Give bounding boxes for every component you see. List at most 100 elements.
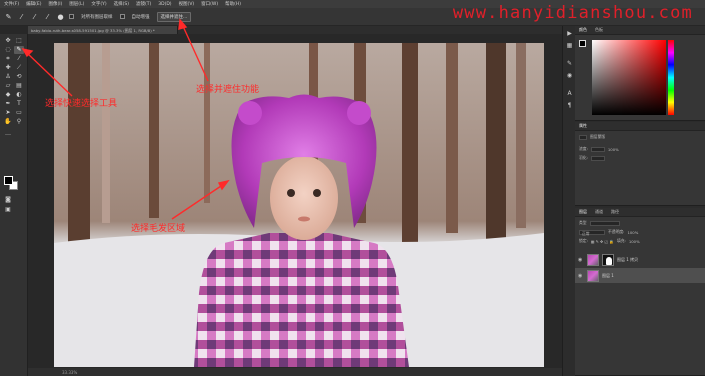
hand-tool-icon[interactable]: ✋ — [3, 118, 13, 126]
layers-panel-tabs: 图层 通道 路径 — [575, 208, 705, 217]
tab-channels[interactable]: 通道 — [595, 209, 603, 215]
annotation-select-hair: 选择毛发区域 — [131, 224, 186, 234]
move-tool-icon[interactable]: ✥ — [3, 37, 13, 45]
mask-icon — [579, 134, 587, 140]
annotation-choose-feature: 选择并遮住功能 — [196, 85, 260, 95]
brush-panel-icon[interactable]: ✎ — [565, 60, 574, 68]
healing-brush-icon[interactable]: ✚ — [3, 64, 13, 72]
annotation-choose-tool: 选择快速选择工具 — [45, 99, 118, 109]
menu-item-window[interactable]: 窗口(W) — [201, 1, 218, 7]
zoom-tool-icon[interactable]: ⚲ — [14, 118, 24, 126]
hue-slider[interactable] — [668, 40, 674, 115]
layer-row-copy[interactable]: ◉ 图层 1 拷贝 — [575, 252, 705, 267]
screen-mode-icon[interactable]: ▣ — [3, 206, 13, 214]
layer-thumbnail — [587, 269, 599, 282]
layer-name: 图层 1 — [602, 272, 614, 278]
properties-title: 属性 — [579, 123, 587, 128]
tools-panel: ✥ ⬚ ◌ ✎ ⌗ ⁄ ✚ ⟋ ♙ ⟲ ▱ ▤ ◆ ◐ ✒ T ➤ ▭ ✋ ⚲ … — [0, 34, 28, 376]
add-selection-icon[interactable]: ⁄ — [30, 12, 39, 21]
brush-tool-icon[interactable]: ✎ — [4, 12, 13, 21]
layer-thumbnail — [587, 253, 599, 266]
dodge-tool-icon[interactable]: ◐ — [14, 91, 24, 99]
visibility-eye-icon[interactable]: ◉ — [578, 257, 584, 263]
more-tools-icon[interactable]: … — [3, 130, 13, 138]
brush-tool-icon[interactable]: ⟋ — [14, 64, 24, 72]
density-field[interactable] — [590, 146, 605, 152]
menu-item-image[interactable]: 图像(I) — [48, 1, 62, 7]
sample-all-layers-checkbox[interactable] — [69, 14, 74, 19]
brush-size-icon[interactable]: ● — [56, 12, 65, 21]
clone-stamp-icon[interactable]: ♙ — [3, 73, 13, 81]
document-tab[interactable]: baby-fabio-ruth-bear-s058-591501.jpg @ 3… — [28, 26, 178, 34]
menu-item-edit[interactable]: 编辑(E) — [26, 1, 41, 7]
canvas-area[interactable] — [28, 34, 562, 368]
right-panels: 颜色 色板 属性 图层蒙版 浓度: 100% 羽化: 图层 通道 路径 类型 正… — [575, 26, 705, 376]
color-panel-swatch[interactable] — [579, 40, 586, 47]
crop-tool-icon[interactable]: ⌗ — [3, 55, 13, 63]
density-value: 100% — [607, 146, 619, 152]
visibility-eye-icon[interactable]: ◉ — [578, 273, 584, 279]
properties-row-feather: 羽化: — [579, 155, 605, 161]
swatches-panel-icon[interactable]: ◉ — [565, 72, 574, 80]
properties-row-density: 浓度: 100% — [579, 146, 619, 152]
auto-enhance-label: 自动增强 — [131, 14, 150, 20]
mask-label: 图层蒙版 — [590, 134, 606, 139]
blend-mode-select[interactable]: 正常 — [579, 229, 605, 236]
menu-item-file[interactable]: 文件(F) — [4, 1, 19, 7]
layers-panel: 图层 通道 路径 类型 正常 不透明度: 100% 锁定: ▦ ✎ ✥ ◰ 🔒 … — [575, 208, 705, 376]
blur-tool-icon[interactable]: ◆ — [3, 91, 13, 99]
fill-value[interactable]: 100% — [629, 239, 640, 244]
eraser-tool-icon[interactable]: ▱ — [3, 82, 13, 90]
eyedropper-tool-icon[interactable]: ⁄ — [14, 55, 24, 63]
foreground-color-swatch[interactable] — [4, 176, 13, 185]
lasso-tool-icon[interactable]: ◌ — [3, 46, 13, 54]
menu-item-view[interactable]: 视图(V) — [179, 1, 195, 7]
subtract-selection-icon[interactable]: ⁄ — [43, 12, 52, 21]
type-tool-icon[interactable]: T — [14, 100, 24, 108]
layer-filter-row: 类型 — [579, 220, 620, 226]
character-panel-icon[interactable]: A — [565, 90, 574, 98]
select-and-mask-button[interactable]: 选择并遮住... — [156, 11, 192, 22]
auto-enhance-checkbox[interactable] — [119, 14, 125, 19]
blend-row: 正常 不透明度: 100% — [579, 229, 638, 236]
history-panel-icon[interactable]: ▶ — [565, 30, 574, 38]
properties-panel-header: 属性 — [575, 122, 705, 131]
color-picker-field[interactable] — [592, 40, 666, 115]
paragraph-panel-icon[interactable]: ¶ — [565, 102, 574, 110]
history-brush-icon[interactable]: ⟲ — [14, 73, 24, 81]
zoom-level[interactable]: 33.33% — [62, 370, 77, 375]
menu-item-type[interactable]: 文字(Y) — [91, 1, 106, 7]
pen-tool-icon[interactable]: ✒ — [3, 100, 13, 108]
lock-icons[interactable]: ▦ ✎ ✥ ◰ 🔒 — [591, 239, 614, 244]
opacity-value[interactable]: 100% — [627, 230, 638, 235]
menu-item-layer[interactable]: 图层(L) — [69, 1, 84, 7]
new-selection-icon[interactable]: ⁄ — [17, 12, 26, 21]
layer-mask-thumbnail[interactable] — [602, 253, 614, 266]
properties-row-mask: 图层蒙版 — [579, 134, 605, 140]
layer-row-base[interactable]: ◉ 图层 1 — [575, 268, 705, 283]
watermark: www.hanyidianshou.com — [452, 3, 693, 23]
tab-color[interactable]: 颜色 — [579, 27, 587, 33]
layer-name: 图层 1 拷贝 — [617, 256, 639, 262]
document-image[interactable] — [54, 43, 544, 367]
layer-filter-field[interactable] — [589, 220, 620, 226]
tab-swatches[interactable]: 色板 — [595, 27, 603, 33]
kind-label[interactable]: 类型 — [579, 220, 587, 226]
feather-field[interactable] — [590, 155, 605, 161]
shape-tool-icon[interactable]: ▭ — [14, 109, 24, 117]
menu-item-select[interactable]: 选择(S) — [114, 1, 129, 7]
menu-item-3d[interactable]: 3D(D) — [158, 2, 171, 7]
path-selection-icon[interactable]: ➤ — [3, 109, 13, 117]
quick-mask-icon[interactable]: ◙ — [3, 196, 13, 204]
menu-item-help[interactable]: 帮助(H) — [225, 1, 241, 7]
menu-item-filter[interactable]: 滤镜(T) — [136, 1, 151, 7]
gradient-tool-icon[interactable]: ▤ — [14, 82, 24, 90]
marquee-tool-icon[interactable]: ⬚ — [14, 37, 24, 45]
lock-label: 锁定: — [579, 238, 588, 243]
tab-layers[interactable]: 图层 — [579, 209, 587, 215]
lock-row: 锁定: ▦ ✎ ✥ ◰ 🔒 填充: 100% — [579, 238, 640, 244]
properties-panel: 属性 图层蒙版 浓度: 100% 羽化: — [575, 122, 705, 206]
tab-paths[interactable]: 路径 — [611, 209, 619, 215]
properties-panel-icon[interactable]: ▦ — [565, 42, 574, 50]
quick-selection-tool-icon[interactable]: ✎ — [14, 46, 24, 54]
